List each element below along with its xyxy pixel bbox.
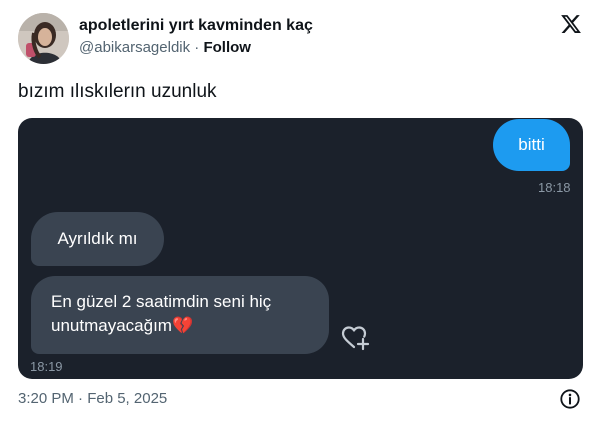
author-display-name[interactable]: apoletlerini yırt kavminden kaç <box>79 16 313 36</box>
tweet-header: apoletlerini yırt kavminden kaç @abikars… <box>18 13 584 65</box>
received-message-text: Ayrıldık mı <box>57 229 138 248</box>
received-message-bubble: Ayrıldık mı <box>31 212 164 266</box>
tweet-timestamp[interactable]: 3:20 PM · Feb 5, 2025 <box>18 389 167 409</box>
separator-dot: · <box>194 39 200 56</box>
heart-plus-icon <box>341 326 370 351</box>
avatar[interactable] <box>18 13 69 64</box>
author-handle-row: @abikarsageldik · Follow <box>79 38 313 58</box>
x-logo-icon[interactable] <box>560 13 582 35</box>
avatar-photo <box>18 13 69 64</box>
author-block: apoletlerini yırt kavminden kaç @abikars… <box>79 16 313 58</box>
sent-message-text: bitti <box>518 135 545 154</box>
follow-button[interactable]: Follow <box>203 39 251 56</box>
author-handle[interactable]: @abikarsageldik <box>79 39 190 56</box>
sent-message-time: 18:18 <box>538 180 571 195</box>
tweet-text: bızım ılıskılerın uzunluk <box>18 81 217 102</box>
received-message-time: 18:19 <box>30 359 63 374</box>
received-message-bubble: En güzel 2 saatimdin seni hiç unutmayaca… <box>31 276 329 354</box>
received-message-text: En güzel 2 saatimdin seni hiç unutmayaca… <box>51 292 272 335</box>
sent-message-bubble: bitti <box>493 119 570 171</box>
chat-screenshot-image[interactable]: bitti 18:18 Ayrıldık mı En güzel 2 saati… <box>18 118 583 379</box>
info-icon[interactable] <box>559 388 581 410</box>
